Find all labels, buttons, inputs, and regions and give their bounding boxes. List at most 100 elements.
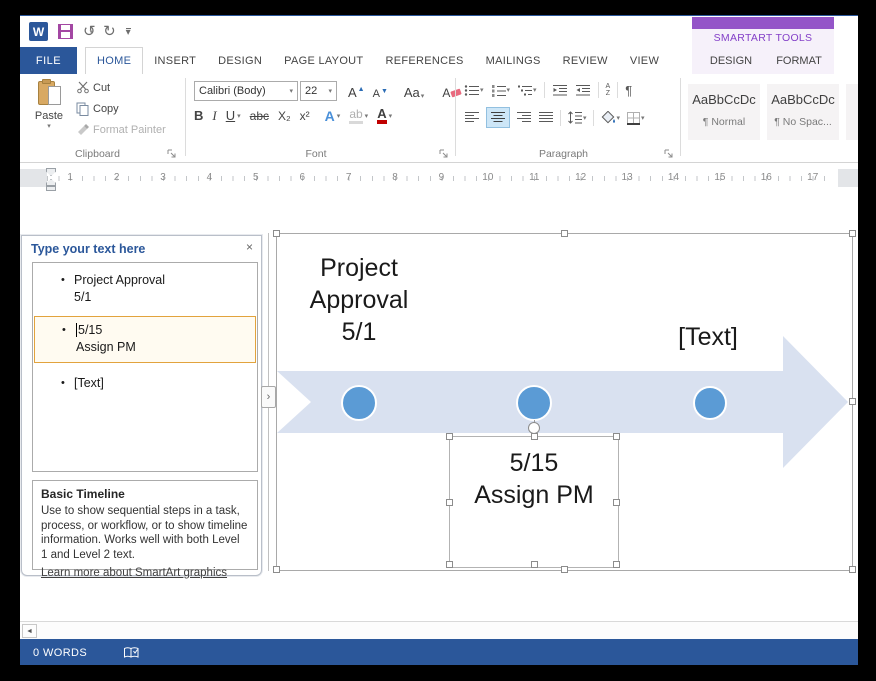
word-app-icon[interactable]: W [29,22,48,41]
style-no-spacing-label: ¶ No Spac... [767,116,839,128]
horizontal-scrollbar[interactable]: ◄ [20,621,858,639]
proofing-status-icon[interactable] [123,646,140,660]
timeline-node2-textbox[interactable]: 5/15 Assign PM [449,436,619,568]
text-pane-close-icon[interactable]: × [246,240,253,254]
paste-dropdown-icon[interactable]: ▾ [29,122,69,130]
redo-icon[interactable]: ↻ [103,24,116,39]
font-size-select[interactable]: 22 ▾ [300,81,337,101]
tab-page-layout[interactable]: PAGE LAYOUT [273,47,374,74]
canvas-resize-handle[interactable] [561,566,568,573]
tab-references[interactable]: REFERENCES [374,47,474,74]
font-color-button[interactable]: A ▾ [377,107,392,124]
align-right-icon[interactable] [516,111,532,124]
tab-file[interactable]: FILE [20,47,77,74]
tab-design[interactable]: DESIGN [207,47,273,74]
copy-button[interactable]: Copy [76,102,119,116]
learn-more-link[interactable]: Learn more about SmartArt graphics [41,567,227,579]
justify-icon[interactable] [538,111,554,124]
line-spacing-button[interactable]: ▾ [567,111,587,124]
italic-button[interactable]: I [212,108,216,124]
font-dialog-launcher-icon[interactable] [439,149,449,159]
align-center-button[interactable] [486,107,510,128]
style-normal[interactable]: AaBbCcDc ¶ Normal [688,84,760,140]
timeline-node2-text[interactable]: 5/15 Assign PM [450,447,618,511]
borders-icon [626,111,641,125]
chevron-right-icon: › [267,391,271,403]
decrease-indent-icon[interactable] [552,84,568,97]
smartart-canvas[interactable]: Project Approval 5/1 [Text] 5/15 Assign … [276,233,853,571]
canvas-resize-handle[interactable] [273,566,280,573]
tab-view[interactable]: VIEW [619,47,670,74]
horizontal-ruler[interactable]: 12 34 56 78 910 1112 1314 1516 17 [20,167,858,193]
font-size-dropdown-icon[interactable]: ▾ [328,87,332,95]
text-pane-toggle-button[interactable]: › [261,386,276,408]
layout-name: Basic Timeline [41,487,249,501]
bold-button[interactable]: B [194,108,203,123]
superscript-button[interactable]: x² [300,109,310,123]
tab-smartart-design[interactable]: DESIGN [700,47,762,74]
scroll-left-button[interactable]: ◄ [22,624,37,638]
tab-insert[interactable]: INSERT [143,47,207,74]
timeline-node1-text[interactable]: Project Approval 5/1 [287,252,431,348]
strikethrough-button[interactable]: abc [250,109,269,123]
undo-dropdown-icon[interactable]: ▾ [90,28,94,36]
resize-handle[interactable] [446,499,453,506]
canvas-resize-handle[interactable] [849,566,856,573]
tab-mailings[interactable]: MAILINGS [475,47,552,74]
style-no-spacing[interactable]: AaBbCcDc ¶ No Spac... [767,84,839,140]
bullets-icon [464,84,480,97]
resize-handle[interactable] [613,499,620,506]
timeline-node3-text[interactable]: [Text] [633,321,783,353]
sort-button[interactable]: AZ [606,83,611,97]
paste-button[interactable]: Paste ▾ [29,79,69,149]
resize-handle[interactable] [613,433,620,440]
resize-handle[interactable] [446,433,453,440]
canvas-resize-handle[interactable] [273,230,280,237]
canvas-resize-handle[interactable] [849,398,856,405]
underline-dropdown-icon[interactable]: ▾ [237,112,241,120]
text-pane-item-1[interactable]: • Project Approval 5/1 [33,272,257,306]
font-name-select[interactable]: Calibri (Body) ▾ [194,81,298,101]
item1-line2: 5/1 [74,289,257,306]
left-indent-marker[interactable] [46,186,56,191]
align-left-icon[interactable] [464,111,480,124]
style-heading1[interactable]: AaBb Headin [846,84,858,140]
highlight-button[interactable]: ab ▾ [349,107,368,124]
clipboard-dialog-launcher-icon[interactable] [167,149,177,159]
tab-review[interactable]: REVIEW [552,47,619,74]
text-pane-item-2-selected[interactable]: • 5/15 Assign PM [34,316,256,363]
resize-handle[interactable] [531,433,538,440]
resize-handle[interactable] [613,561,620,568]
save-icon[interactable] [58,24,73,39]
format-painter-button[interactable]: Format Painter [76,123,166,136]
borders-button[interactable]: ▾ [626,111,645,125]
undo-button[interactable]: ↺ ▾ [83,24,93,39]
item1-line1: Project Approval [74,272,257,289]
canvas-resize-handle[interactable] [561,230,568,237]
show-hide-pilcrow-button[interactable]: ¶ [625,83,632,98]
underline-button[interactable]: U ▾ [226,108,241,123]
bullets-button[interactable]: ▾ [464,84,484,97]
numbering-button[interactable]: ▾ [491,84,511,97]
tab-smartart-format[interactable]: FORMAT [768,47,830,74]
resize-handle[interactable] [531,561,538,568]
multilevel-list-button[interactable]: ▾ [517,84,537,97]
font-name-dropdown-icon[interactable]: ▾ [289,87,293,95]
cut-button[interactable]: Cut [76,81,110,94]
customize-qat-icon[interactable]: ▾ [126,28,131,37]
resize-handle[interactable] [446,561,453,568]
subscript-button[interactable]: X₂ [278,109,291,123]
increase-indent-icon[interactable] [575,84,591,97]
shrink-font-button[interactable]: A▼ [370,80,391,101]
paragraph-dialog-launcher-icon[interactable] [664,149,674,159]
shading-button[interactable]: ▾ [600,111,621,125]
canvas-resize-handle[interactable] [849,230,856,237]
text-pane-item-3[interactable]: • [Text] [33,375,257,392]
change-case-button[interactable]: Aa▾ [401,80,427,101]
tab-home[interactable]: HOME [85,47,143,74]
text-effects-button[interactable]: A ▾ [325,108,341,124]
word-count[interactable]: 0 WORDS [33,647,87,659]
text-pane-list[interactable]: • Project Approval 5/1 • 5/15 Assign PM … [32,262,258,472]
grow-font-button[interactable]: A▲ [345,80,368,101]
timeline-circle-1 [342,386,376,420]
